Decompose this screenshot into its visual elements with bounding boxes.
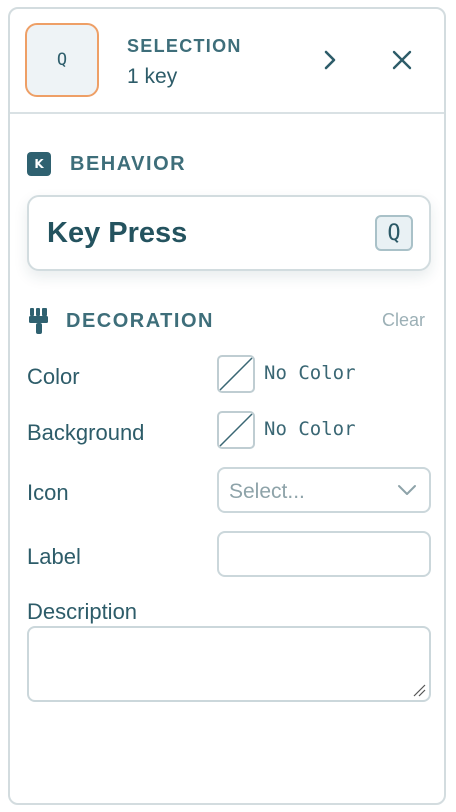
behavior-key-badge: Q (375, 215, 413, 251)
resize-grip-icon[interactable] (412, 683, 426, 697)
no-color-icon (219, 413, 253, 447)
behavior-section-title: BEHAVIOR (70, 152, 187, 175)
panel-header: Q SELECTION 1 key (10, 9, 444, 114)
no-color-icon (219, 357, 253, 391)
icon-select[interactable]: Select... (217, 467, 431, 513)
decoration-section-title: DECORATION (66, 309, 214, 332)
label-input[interactable] (217, 531, 431, 577)
close-icon (392, 50, 412, 70)
label-field-label: Label (27, 544, 81, 569)
chevron-right-icon (324, 50, 336, 70)
behavior-name: Key Press (47, 217, 188, 249)
behavior-selector[interactable]: Key Press Q (27, 195, 431, 271)
decoration-section-header: DECORATION (27, 307, 214, 335)
chevron-down-icon (398, 485, 416, 495)
next-button[interactable] (313, 43, 347, 77)
description-label: Description (27, 599, 138, 624)
icon-label: Icon (27, 480, 69, 505)
selected-key-glyph: Q (56, 50, 68, 70)
behavior-section-header: K BEHAVIOR (27, 152, 186, 176)
background-value: No Color (264, 418, 356, 440)
color-label: Color (27, 364, 80, 389)
paintbrush-icon (29, 308, 48, 334)
description-textarea[interactable] (27, 626, 431, 702)
color-value: No Color (264, 362, 356, 384)
selected-key-preview[interactable]: Q (25, 23, 99, 97)
behavior-badge-icon: K (27, 152, 51, 176)
selection-title: SELECTION (127, 36, 242, 56)
selection-count: 1 key (127, 65, 178, 88)
selection-panel: Q SELECTION 1 key K BEHAVIOR Key Press Q (8, 7, 446, 805)
close-button[interactable] (385, 43, 419, 77)
color-swatch[interactable] (217, 355, 255, 393)
background-swatch[interactable] (217, 411, 255, 449)
clear-decoration-button[interactable]: Clear (382, 310, 425, 331)
icon-select-placeholder: Select... (229, 480, 305, 503)
background-label: Background (27, 420, 145, 445)
